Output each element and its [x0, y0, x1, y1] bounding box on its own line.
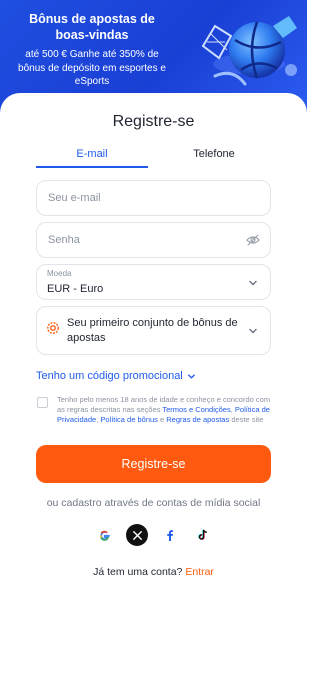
eye-off-icon[interactable]: [246, 233, 260, 247]
terms-checkbox[interactable]: [37, 397, 48, 408]
tiktok-icon[interactable]: [192, 524, 214, 546]
x-icon[interactable]: [126, 524, 148, 546]
tab-email[interactable]: E-mail: [36, 146, 148, 168]
tab-phone[interactable]: Telefone: [158, 146, 270, 168]
currency-value: EUR - Euro: [47, 283, 104, 295]
email-input[interactable]: [48, 181, 238, 215]
social-buttons: [90, 524, 217, 546]
email-field: [36, 180, 271, 216]
password-field: [36, 222, 271, 258]
registration-tabs: E-mail Telefone: [36, 146, 270, 168]
bonus-gear-icon: [47, 322, 59, 334]
chevron-down-icon: [249, 280, 257, 286]
login-prompt-text: Já tem uma conta?: [93, 566, 183, 578]
terms-text: Tenho pelo menos 18 anos de idade e conh…: [57, 395, 272, 425]
sports-ball-illustration-icon: [201, 16, 297, 86]
currency-select[interactable]: Moeda EUR - Euro: [36, 264, 271, 300]
terms-suffix: deste site: [229, 415, 264, 424]
login-prompt: Já tem uma conta? Entrar: [0, 566, 307, 578]
password-input[interactable]: [48, 223, 238, 257]
social-login-label: ou cadastro através de contas de mídia s…: [46, 497, 261, 509]
banner-title: Bônus de apostas de boas-vindas: [29, 12, 155, 42]
page-title: Registre-se: [112, 113, 195, 130]
chevron-down-icon: [187, 373, 195, 379]
currency-label: Moeda: [47, 269, 72, 278]
facebook-icon[interactable]: [159, 524, 181, 546]
terms-conditions-link[interactable]: Termos e Condições: [162, 405, 230, 414]
betting-rules-link[interactable]: Regras de apostas: [166, 415, 229, 424]
bonus-policy-link[interactable]: Política de bônus: [100, 415, 158, 424]
promo-code-link[interactable]: Tenho um código promocional: [36, 370, 196, 382]
promo-code-label: Tenho um código promocional: [36, 370, 183, 382]
login-link[interactable]: Entrar: [185, 566, 214, 578]
register-button[interactable]: Registre-se: [36, 445, 271, 483]
bonus-select[interactable]: Seu primeiro conjunto de bônus de aposta…: [36, 306, 271, 355]
terms-separator: e: [157, 415, 167, 424]
banner-subtitle: até 500 € Ganhe até 350% de bônus de dep…: [18, 49, 166, 87]
bonus-select-value: Seu primeiro conjunto de bônus de aposta…: [67, 317, 238, 344]
google-icon[interactable]: [93, 524, 115, 546]
chevron-down-icon: [249, 328, 257, 334]
